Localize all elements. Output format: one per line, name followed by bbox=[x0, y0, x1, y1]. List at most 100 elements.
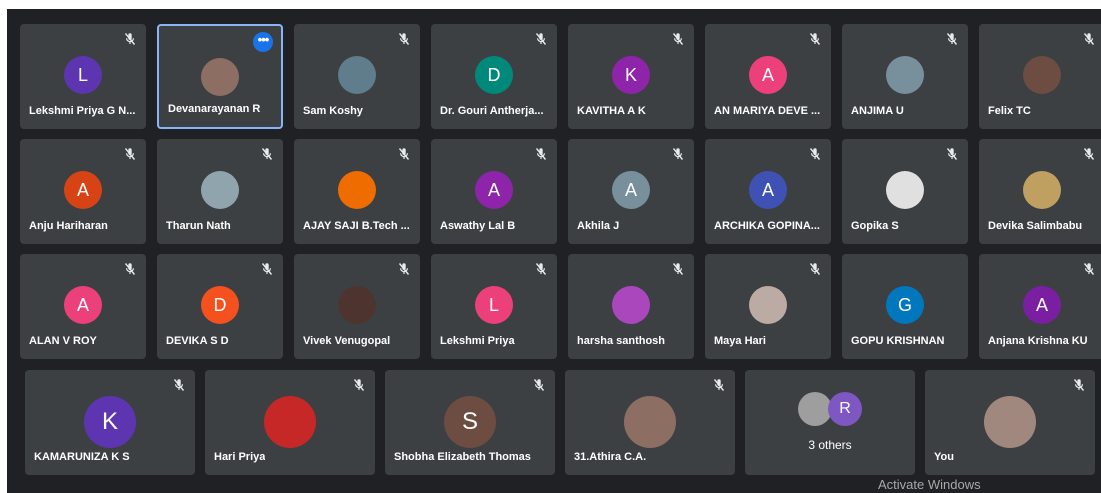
mic-off-icon bbox=[946, 32, 958, 46]
participant-name: Hari Priya bbox=[214, 451, 266, 463]
avatar: A bbox=[475, 171, 513, 209]
participant-name: KAVITHA A K bbox=[577, 105, 646, 117]
participant-tile-kavitha-a-k[interactable]: K KAVITHA A K bbox=[568, 24, 694, 129]
participant-tile-maya-hari[interactable]: Maya Hari bbox=[705, 254, 831, 359]
avatar: A bbox=[612, 171, 650, 209]
participant-name: Dr. Gouri Antherja... bbox=[440, 105, 544, 117]
participant-tile-aswathy-lal-b[interactable]: A Aswathy Lal B bbox=[431, 139, 557, 244]
avatar: D bbox=[475, 56, 513, 94]
avatar bbox=[201, 58, 239, 96]
participant-tile-an-mariya-deve[interactable]: A AN MARIYA DEVE ... bbox=[705, 24, 831, 129]
participant-name: AJAY SAJI B.Tech ... bbox=[303, 220, 410, 232]
avatar: A bbox=[749, 171, 787, 209]
participant-tile-archika-gopina[interactable]: A ARCHIKA GOPINA... bbox=[705, 139, 831, 244]
mic-off-icon bbox=[672, 147, 684, 161]
participant-tile-lekshmi-priya[interactable]: L Lekshmi Priya bbox=[431, 254, 557, 359]
participant-tile-others[interactable]: R 3 others bbox=[745, 370, 915, 475]
others-count-label: 3 others bbox=[808, 438, 852, 452]
participant-name: AN MARIYA DEVE ... bbox=[714, 105, 821, 117]
participant-name: 31.Athira C.A. bbox=[574, 451, 647, 463]
participant-tile-vivek-venugopal[interactable]: Vivek Venugopal bbox=[294, 254, 420, 359]
participant-tile-sam-koshy[interactable]: Sam Koshy bbox=[294, 24, 420, 129]
participant-tile-anjana-krishna-ku[interactable]: A Anjana Krishna KU bbox=[979, 254, 1101, 359]
participant-tile-gopika-s[interactable]: Gopika S bbox=[842, 139, 968, 244]
meeting-grid: L Lekshmi Priya G N... Devanarayanan R ••• S… bbox=[7, 9, 1101, 493]
participant-name: Gopika S bbox=[851, 220, 899, 232]
participant-tile-anju-hariharan[interactable]: A Anju Hariharan bbox=[20, 139, 146, 244]
participant-name: Felix TC bbox=[988, 105, 1031, 117]
participant-tile-you[interactable]: You bbox=[925, 370, 1095, 475]
participant-tile-tharun-nath[interactable]: Tharun Nath bbox=[157, 139, 283, 244]
mic-off-icon bbox=[946, 147, 958, 161]
participant-tile-gopu-krishnan[interactable]: G GOPU KRISHNAN bbox=[842, 254, 968, 359]
participant-tile-harsha-santhosh[interactable]: harsha santhosh bbox=[568, 254, 694, 359]
avatar bbox=[749, 286, 787, 324]
mic-off-icon bbox=[535, 32, 547, 46]
participant-tile-felix-tc[interactable]: Felix TC bbox=[979, 24, 1101, 129]
avatar: S bbox=[444, 396, 496, 448]
avatar bbox=[1023, 56, 1061, 94]
mic-off-icon bbox=[261, 262, 273, 276]
mic-off-icon bbox=[124, 32, 136, 46]
participant-tile-31-athira-c-a[interactable]: 31.Athira C.A. bbox=[565, 370, 735, 475]
avatar: R bbox=[828, 392, 862, 426]
avatar bbox=[1023, 171, 1061, 209]
participant-name: Devika Salimbabu bbox=[988, 220, 1083, 232]
mic-off-icon bbox=[398, 147, 410, 161]
participant-name: Anjana Krishna KU bbox=[988, 335, 1088, 347]
avatar bbox=[886, 171, 924, 209]
participant-tile-ajay-saji-b-tech[interactable]: AJAY SAJI B.Tech ... bbox=[294, 139, 420, 244]
participant-tile-dr-gouri-antherja[interactable]: D Dr. Gouri Antherja... bbox=[431, 24, 557, 129]
participant-name: Shobha Elizabeth Thomas bbox=[394, 451, 531, 463]
avatar bbox=[624, 396, 676, 448]
participant-tile-devika-s-d[interactable]: D DEVIKA S D bbox=[157, 254, 283, 359]
more-options-icon[interactable]: ••• bbox=[253, 32, 273, 52]
mic-off-icon bbox=[124, 147, 136, 161]
avatar bbox=[886, 56, 924, 94]
participant-tile-anjima-u[interactable]: ANJIMA U bbox=[842, 24, 968, 129]
participant-tile-akhila-j[interactable]: A Akhila J bbox=[568, 139, 694, 244]
mic-off-icon bbox=[809, 262, 821, 276]
avatar bbox=[338, 286, 376, 324]
participant-name: Akhila J bbox=[577, 220, 620, 232]
participant-name: Lekshmi Priya G N... bbox=[29, 105, 136, 117]
avatar: L bbox=[64, 56, 102, 94]
participant-name: Sam Koshy bbox=[303, 105, 363, 117]
participant-tile-hari-priya[interactable]: Hari Priya bbox=[205, 370, 375, 475]
participant-tile-devika-salimbabu[interactable]: Devika Salimbabu bbox=[979, 139, 1101, 244]
participant-tile-shobha-elizabeth-thomas[interactable]: S Shobha Elizabeth Thomas bbox=[385, 370, 555, 475]
mic-off-icon bbox=[124, 262, 136, 276]
avatar bbox=[612, 286, 650, 324]
participant-name: Aswathy Lal B bbox=[440, 220, 516, 232]
participant-name: Vivek Venugopal bbox=[303, 335, 391, 347]
participant-tile-lekshmi-priya-g-n[interactable]: L Lekshmi Priya G N... bbox=[20, 24, 146, 129]
participant-name: Anju Hariharan bbox=[29, 220, 108, 232]
avatar bbox=[338, 171, 376, 209]
avatar: A bbox=[64, 171, 102, 209]
participant-name: Lekshmi Priya bbox=[440, 335, 515, 347]
avatar: A bbox=[749, 56, 787, 94]
mic-off-icon bbox=[398, 262, 410, 276]
participant-tile-devanarayanan-r[interactable]: Devanarayanan R ••• bbox=[157, 24, 283, 129]
participant-name: DEVIKA S D bbox=[166, 335, 229, 347]
avatar bbox=[201, 171, 239, 209]
avatar: A bbox=[64, 286, 102, 324]
participant-name: ALAN V ROY bbox=[29, 335, 97, 347]
participant-tile-alan-v-roy[interactable]: A ALAN V ROY bbox=[20, 254, 146, 359]
participant-name: KAMARUNIZA K S bbox=[34, 451, 130, 463]
participant-name: harsha santhosh bbox=[577, 335, 666, 347]
mic-off-icon bbox=[672, 32, 684, 46]
avatar: G bbox=[886, 286, 924, 324]
avatar: L bbox=[475, 286, 513, 324]
avatar bbox=[338, 56, 376, 94]
avatar bbox=[984, 396, 1036, 448]
mic-off-icon bbox=[1083, 32, 1095, 46]
avatar: K bbox=[612, 56, 650, 94]
avatar: D bbox=[201, 286, 239, 324]
mic-off-icon bbox=[398, 32, 410, 46]
avatar bbox=[798, 392, 832, 426]
participant-tile-kamaruniza-k-s[interactable]: K KAMARUNIZA K S bbox=[25, 370, 195, 475]
participant-name: ANJIMA U bbox=[851, 105, 904, 117]
mic-off-icon bbox=[809, 32, 821, 46]
avatar: A bbox=[1023, 286, 1061, 324]
